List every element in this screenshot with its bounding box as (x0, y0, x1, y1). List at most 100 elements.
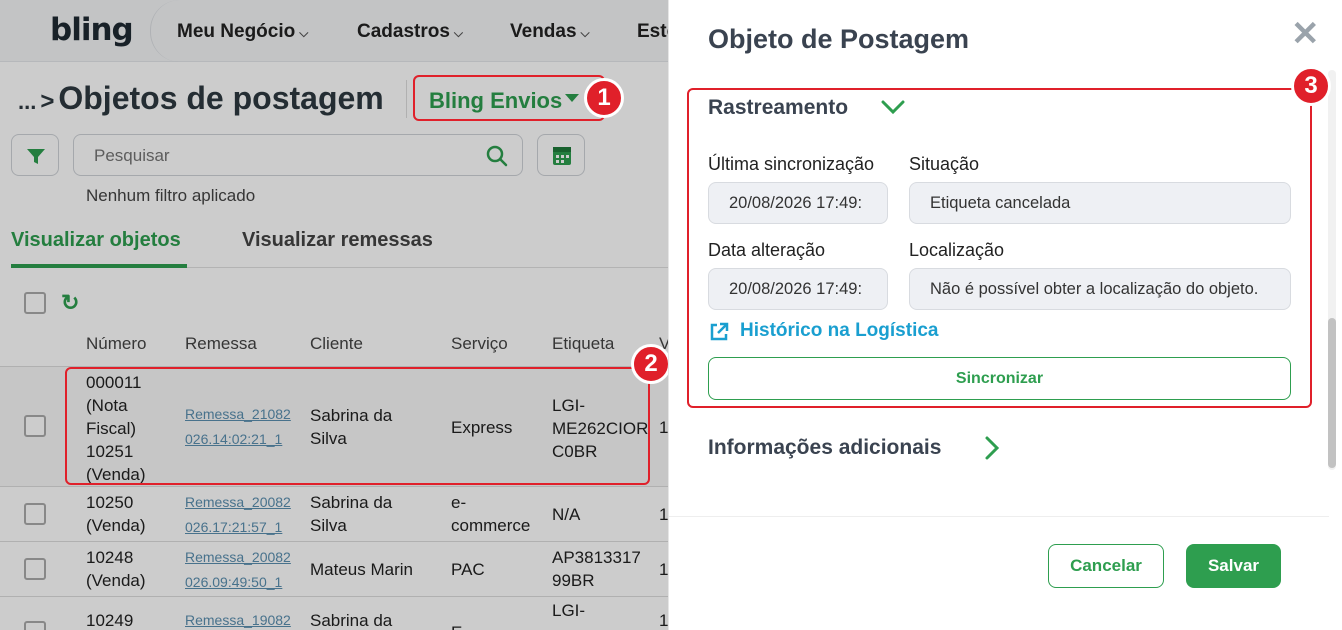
cell-remessa-link[interactable]: Remessa_20082 026.09:49:50_1 (185, 545, 291, 595)
highlight-box-row (65, 367, 650, 485)
cell-line: Remessa_20082 (185, 549, 291, 565)
save-button[interactable]: Salvar (1186, 544, 1281, 588)
tab-visualizar-objetos[interactable]: Visualizar objetos (11, 229, 181, 252)
calendar-icon (553, 147, 571, 165)
cell-numero: 10250 (Venda) (86, 491, 146, 537)
cell-remessa-link[interactable]: Remessa_19082 (185, 608, 291, 630)
cell-v: 1 (659, 611, 668, 630)
column-header-remessa[interactable]: Remessa (185, 334, 257, 354)
row-checkbox[interactable] (24, 558, 46, 580)
highlight-box-integration (413, 75, 605, 121)
row-checkbox[interactable] (24, 503, 46, 525)
nav-item-label: Cadastros (357, 21, 450, 42)
highlight-box-tracking (687, 88, 1312, 408)
step-badge-1: 1 (584, 78, 624, 118)
nav-item-label: Vendas (510, 21, 577, 42)
search-icon[interactable] (485, 144, 509, 168)
nav-item-cadastros[interactable]: Cadastros ⌵ (357, 21, 463, 43)
nav-item-estoque[interactable]: Esto (637, 21, 668, 43)
cell-line: (Venda) (86, 516, 146, 535)
step-badge-3: 3 (1291, 66, 1331, 106)
breadcrumb-ellipsis[interactable]: ... (18, 89, 36, 114)
cell-numero: 10249 (86, 609, 133, 630)
cell-cliente: Mateus Marin (310, 558, 413, 581)
table-row[interactable]: 10250 (Venda) Remessa_20082 026.17:21:57… (0, 486, 668, 541)
cell-line: AP3813317 (552, 548, 641, 567)
breadcrumb: ... > Objetos de postagem (18, 80, 384, 117)
cell-line: 99BR (552, 571, 595, 590)
cell-v: 1 (659, 505, 668, 524)
title-divider (406, 80, 407, 118)
footer-divider (669, 516, 1329, 517)
cell-etiqueta: AP3813317 99BR (552, 546, 641, 592)
additional-info-header[interactable]: Informações adicionais (708, 436, 1000, 460)
chevron-down-icon: ⌵ (299, 26, 309, 40)
active-tab-indicator (11, 264, 187, 268)
nav-item-label: Meu Negócio (177, 21, 296, 42)
cell-line: LGI- (552, 601, 586, 620)
search-input[interactable] (94, 146, 474, 166)
column-header-numero[interactable]: Número (86, 334, 146, 354)
cell-line: 026.17:21:57_1 (185, 519, 283, 535)
page-title: Objetos de postagem (58, 80, 384, 116)
cell-line: Silva (310, 516, 347, 535)
table-row[interactable]: 10249 Remessa_19082 Sabrina da E LGI- 1 (0, 596, 668, 630)
cell-servico: PAC (451, 558, 485, 581)
nav-item-label: Esto (637, 21, 668, 42)
cell-line: Remessa_19082 (185, 612, 291, 628)
chevron-right-icon (985, 436, 1000, 460)
cancel-button[interactable]: Cancelar (1048, 544, 1164, 588)
background-page: bling Meu Negócio ⌵ Cadastros ⌵ Vendas ⌵ Es… (0, 0, 668, 630)
cell-servico: E (451, 621, 462, 630)
filter-button[interactable] (11, 134, 59, 176)
additional-info-title: Informações adicionais (708, 436, 942, 459)
step-badge-2: 2 (631, 344, 668, 384)
cell-numero: 10248 (Venda) (86, 546, 146, 592)
refresh-icon[interactable]: ↻ (61, 290, 79, 316)
column-header-etiqueta[interactable]: Etiqueta (552, 334, 614, 354)
cell-line: 10250 (86, 493, 134, 512)
bling-logo[interactable]: bling (50, 12, 134, 48)
scrollbar-thumb[interactable] (1328, 318, 1336, 468)
table-row[interactable]: 10248 (Venda) Remessa_20082 026.09:49:50… (0, 541, 668, 596)
select-all-checkbox[interactable] (24, 292, 46, 314)
cell-servico: e- commerce (451, 491, 530, 537)
cell-line: E (451, 621, 462, 630)
chevron-right-icon: > (40, 88, 55, 115)
row-checkbox[interactable] (24, 621, 46, 630)
cell-etiqueta: LGI- (552, 599, 585, 622)
tab-visualizar-remessas[interactable]: Visualizar remessas (242, 229, 433, 252)
column-header-cliente[interactable]: Cliente (310, 334, 363, 354)
cell-line: commerce (451, 516, 531, 535)
cell-line: 10249 (86, 611, 134, 630)
date-filter-button[interactable] (537, 134, 585, 176)
cell-line: Mateus Marin (310, 560, 413, 579)
filter-status: Nenhum filtro aplicado (86, 186, 256, 205)
cell-line: e- (451, 493, 467, 512)
cell-cliente: Sabrina da Silva (310, 491, 392, 537)
panel-title: Objeto de Postagem (708, 24, 970, 54)
top-navigation: bling Meu Negócio ⌵ Cadastros ⌵ Vendas ⌵ Es… (0, 0, 668, 62)
postage-object-panel: Objeto de Postagem ✕ Rastreamento Última… (668, 0, 1342, 630)
chevron-down-icon: ⌵ (453, 26, 464, 40)
cell-line: 026.09:49:50_1 (185, 574, 283, 590)
cell-remessa-link[interactable]: Remessa_20082 026.17:21:57_1 (185, 490, 291, 540)
column-header-servico[interactable]: Serviço (451, 334, 508, 354)
cell-line: N/A (552, 505, 581, 524)
cell-line: (Venda) (86, 571, 146, 590)
cell-line: Sabrina da (310, 611, 393, 630)
row-checkbox[interactable] (24, 415, 46, 437)
cell-cliente: Sabrina da (310, 609, 392, 630)
cell-line: Sabrina da (310, 493, 393, 512)
chevron-down-icon: ⌵ (580, 26, 590, 40)
cell-line: Remessa_20082 (185, 494, 291, 510)
close-icon[interactable]: ✕ (1291, 14, 1320, 54)
nav-item-vendas[interactable]: Vendas ⌵ (510, 21, 590, 43)
cell-etiqueta: N/A (552, 503, 580, 526)
cell-line: 10248 (86, 548, 134, 567)
filter-icon (27, 149, 45, 164)
nav-item-meu-negocio[interactable]: Meu Negócio ⌵ (177, 21, 308, 43)
cell-line: PAC (451, 560, 485, 579)
cell-v: 1 (659, 560, 668, 579)
search-box (73, 134, 523, 176)
